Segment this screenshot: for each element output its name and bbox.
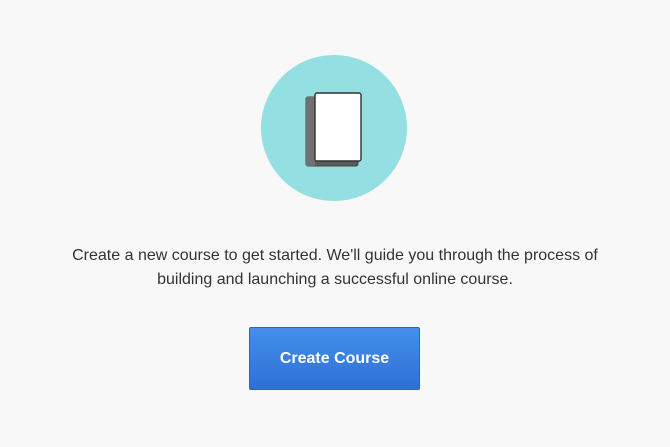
description-text: Create a new course to get started. We'l… (20, 244, 650, 292)
description-line: Create a new course to get started. We'l… (72, 247, 598, 264)
book-icon (261, 55, 407, 201)
description-line: building and launching a successful onli… (157, 271, 513, 288)
create-course-button[interactable]: Create Course (249, 327, 420, 390)
course-illustration (261, 55, 407, 201)
empty-state: Create a new course to get started. We'l… (0, 0, 670, 447)
